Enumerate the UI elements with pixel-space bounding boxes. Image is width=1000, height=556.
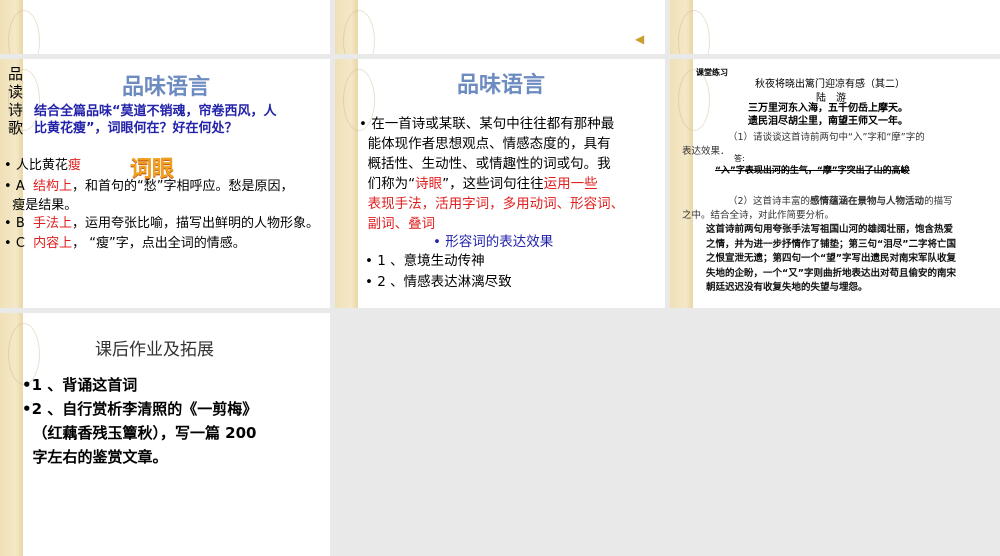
text: 们称为“ <box>367 176 416 192</box>
homework-item: 1 、背诵这首词 <box>31 376 138 394</box>
bullet-c: • C 内容上， “瘦”字，点出全词的情感。 <box>4 236 246 251</box>
side-char: 歌 <box>8 119 24 137</box>
text: ，和首句的“愁”字相呼应。愁是原因， <box>72 179 294 194</box>
highlight: 内容上 <box>33 236 73 251</box>
text: （红藕香残玉簟秋），写一篇 200 <box>32 424 257 442</box>
label: 课堂练习 <box>696 68 728 77</box>
letter: A <box>15 179 25 194</box>
highlight: 结构上 <box>32 179 72 194</box>
slide-2-thumbnail[interactable]: ◀ <box>335 0 665 54</box>
bold-text: 感情蕴涵在景物与人物活动 <box>810 196 925 207</box>
paragraph: • 在一首诗或某联、某句中往往都有那种最 能体现作者思想观点、情感态度的，具有 … <box>359 116 625 232</box>
text: 1 、意境生动传神 <box>377 253 485 269</box>
homework-item: 2 、自行赏析李清照的《一剪梅》 <box>31 400 258 418</box>
slide-decoration <box>670 59 710 308</box>
letter: B <box>15 216 25 231</box>
text: ”，这些词句往往 <box>442 176 544 192</box>
poem: 三万里河东入海，五千仞岳上摩天。 遗民泪尽胡尘里，南望王师又一年。 <box>748 102 908 128</box>
highlight: 诗眼 <box>415 176 443 192</box>
bullet-b: • B 手法上，运用夸张比喻，描写出鲜明的人物形象。 <box>4 216 320 231</box>
text: 在一首诗或某联、某句中往往都有那种最 <box>371 116 615 132</box>
question: 结合全篇品味“莫道不销魂，帘卷西风，人 比黄花瘦”，词眼何在？好在何处？ <box>34 103 277 137</box>
highlight: 运用一些 <box>543 176 598 192</box>
slide-1-thumbnail[interactable] <box>0 0 330 54</box>
slide-decoration <box>335 59 375 308</box>
slide-decoration <box>670 0 710 54</box>
answer-1: “入”字表现出河的生气，“摩”字突出了山的高峻 <box>715 166 910 176</box>
text: 人比黄花 <box>15 158 68 173</box>
question-line: 结合全篇品味“莫道不销魂，帘卷西风，人 <box>34 104 277 119</box>
slide-decoration <box>0 0 40 54</box>
bullet-line: • 人比黄花瘦 <box>4 158 81 173</box>
question-2: （2）这首诗丰富的感情蕴涵在景物与人物活动的描写 <box>728 193 953 207</box>
text: 概括性、生动性、或情趣性的词或句。我 <box>367 156 611 172</box>
bullet-a: • A 结构上，和首句的“愁”字相呼应。愁是原因， 瘦是结果。 <box>4 179 294 213</box>
subheading: • 形容词的表达效果 <box>433 234 554 250</box>
side-char: 读 <box>8 83 24 101</box>
question-2b: 之中。结合全诗，对此作简要分析。 <box>682 210 835 221</box>
slide-decoration <box>0 313 40 556</box>
side-char: 诗 <box>8 101 24 119</box>
slide-decoration <box>335 0 375 54</box>
side-char: 品 <box>8 65 24 83</box>
slide-4-thumbnail[interactable]: 品读诗歌 品味语言 结合全篇品味“莫道不销魂，帘卷西风，人 比黄花瘦”，词眼何在？… <box>0 59 330 308</box>
homework-list: •1 、背诵这首词 •2 、自行赏析李清照的《一剪梅》 （红藕香残玉簟秋），写一… <box>22 376 258 466</box>
letter: C <box>15 236 25 251</box>
slide-5-thumbnail[interactable]: 品味语言 • 在一首诗或某联、某句中往往都有那种最 能体现作者思想观点、情感态度… <box>335 59 665 308</box>
points: • 1 、意境生动传神 • 2 、情感表达淋漓尽致 <box>365 253 512 290</box>
question-line: 比黄花瘦”，词眼何在？好在何处？ <box>34 121 238 136</box>
text: 瘦是结果。 <box>12 198 78 213</box>
question-1b: 表达效果． <box>682 146 730 157</box>
highlight: 表现手法，活用字词，多用动词、形容词、 <box>367 196 625 212</box>
text: ， “瘦”字，点出全词的情感。 <box>72 236 246 251</box>
slide-title: 品味语言 <box>457 73 546 98</box>
text: 的描写 <box>924 196 953 207</box>
text: （2）这首诗丰富的 <box>728 196 811 207</box>
poem-line: 遗民泪尽胡尘里，南望王师又一年。 <box>748 116 908 127</box>
text: 形容词的表达效果 <box>445 234 554 250</box>
highlight: 副词、叠词 <box>367 216 436 232</box>
text: 能体现作者思想观点、情感态度的，具有 <box>367 136 611 152</box>
slide-title: 品味语言 <box>122 75 211 100</box>
slide-7-thumbnail[interactable]: 课后作业及拓展 •1 、背诵这首词 •2 、自行赏析李清照的《一剪梅》 （红藕香… <box>0 313 330 556</box>
question-1: （1）请谈谈这首诗前两句中“入”字和“摩”字的 <box>728 132 925 143</box>
slide-3-thumbnail[interactable] <box>670 0 1000 54</box>
side-label: 品读诗歌 <box>8 65 24 137</box>
text: 2 、情感表达淋漓尽致 <box>377 274 512 290</box>
text: 字左右的鉴赏文章。 <box>32 448 168 466</box>
highlight: 瘦 <box>67 158 81 173</box>
highlight: 手法上 <box>33 216 73 231</box>
poem-line: 三万里河东入海，五千仞岳上摩天。 <box>748 103 908 114</box>
speaker-icon[interactable]: ◀ <box>635 32 644 46</box>
answer-2: 这首诗前两句用夸张手法写祖国山河的雄阔壮丽，饱含热爱之情，并为进一步抒情作了铺垫… <box>706 224 956 293</box>
slide-title: 课后作业及拓展 <box>95 340 214 360</box>
text: ，运用夸张比喻，描写出鲜明的人物形象。 <box>72 216 320 231</box>
slide-6-thumbnail[interactable]: 课堂练习 秋夜将晓出篱门迎凉有感（其二） 陆 游 三万里河东入海，五千仞岳上摩天… <box>670 59 1000 308</box>
poem-title: 秋夜将晓出篱门迎凉有感（其二） <box>755 79 905 90</box>
